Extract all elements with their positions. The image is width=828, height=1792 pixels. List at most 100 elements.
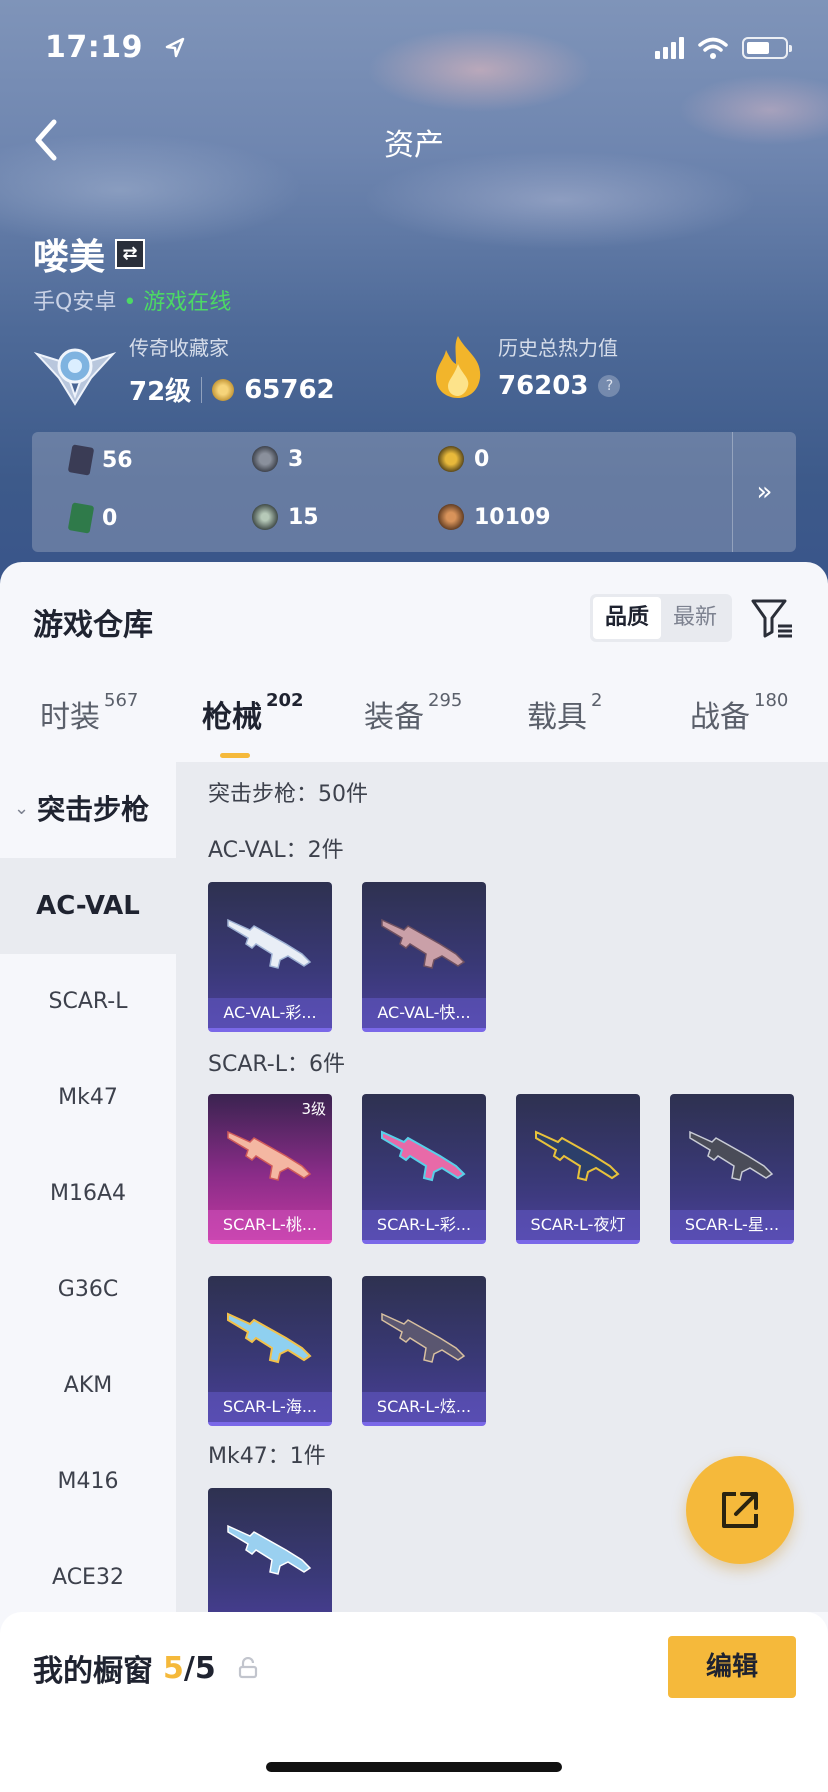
silver-token-icon bbox=[252, 446, 278, 472]
weapon-card[interactable]: AC-VAL-快... bbox=[362, 882, 486, 1032]
weapon-card[interactable]: SCAR-L-彩... bbox=[362, 1094, 486, 1244]
page-title: 资产 bbox=[384, 128, 444, 163]
tab-fashion[interactable]: 时装 567 bbox=[40, 690, 139, 736]
expand-stats-button[interactable]: » bbox=[732, 432, 796, 552]
pearl-icon bbox=[252, 504, 278, 530]
stat-silver: 3 bbox=[252, 446, 303, 472]
category-tabs: 时装 567 枪械 202 装备 295 载具 2 战备 180 bbox=[0, 690, 828, 758]
sidebar-category[interactable]: ⌄ 突击步枪 bbox=[14, 788, 149, 828]
stat-green: 0 bbox=[67, 502, 118, 534]
share-button[interactable] bbox=[686, 1456, 794, 1564]
battery-icon bbox=[742, 37, 792, 59]
summary-label: 突击步枪：50件 bbox=[208, 782, 368, 807]
flame-icon bbox=[436, 335, 481, 398]
sort-newest-button[interactable]: 最新 bbox=[661, 597, 729, 639]
weapon-name: SCAR-L-炫... bbox=[362, 1392, 486, 1422]
showcase-total: /5 bbox=[183, 1650, 216, 1686]
stat-value: 56 bbox=[102, 447, 133, 473]
sidebar-item-mk47[interactable]: Mk47 bbox=[0, 1050, 176, 1146]
group-label-mk47: Mk47：1件 bbox=[208, 1444, 326, 1469]
stat-value: 10109 bbox=[474, 504, 551, 530]
weapon-card[interactable]: SCAR-L-夜灯 bbox=[516, 1094, 640, 1244]
weapon-name: AC-VAL-快... bbox=[362, 998, 486, 1028]
tab-label: 装备 bbox=[364, 700, 424, 735]
tab-count: 2 bbox=[591, 690, 603, 711]
edit-button[interactable]: 编辑 bbox=[668, 1636, 796, 1698]
tab-vehicles[interactable]: 载具 2 bbox=[527, 690, 603, 736]
weapon-name: SCAR-L-海... bbox=[208, 1392, 332, 1422]
external-link-icon bbox=[722, 1492, 758, 1528]
weapon-card[interactable]: SCAR-L-炫... bbox=[362, 1276, 486, 1426]
level-badge: 3级 bbox=[301, 1100, 326, 1118]
weapon-card[interactable]: SCAR-L-星... bbox=[670, 1094, 794, 1244]
sort-quality-button[interactable]: 品质 bbox=[593, 597, 661, 639]
weapon-card[interactable] bbox=[208, 1488, 332, 1612]
collector-rank[interactable]: 传奇收藏家 72级 65762 bbox=[33, 332, 335, 408]
status-bar: 17:19 bbox=[45, 30, 792, 70]
lock-icon bbox=[238, 1657, 257, 1679]
heat-number: 76203 bbox=[498, 371, 589, 401]
weapon-card[interactable]: AC-VAL-彩... bbox=[208, 882, 332, 1032]
chevron-down-icon: ⌄ bbox=[14, 797, 30, 819]
stat-gold: 0 bbox=[438, 446, 489, 472]
sidebar-item-g36c[interactable]: G36C bbox=[0, 1242, 176, 1338]
warehouse-panel: 游戏仓库 品质 最新 时装 567 枪械 202 装备 295 载具 2 战备 180 ⌄… bbox=[0, 562, 828, 1792]
cellular-signal-icon bbox=[655, 37, 684, 59]
tab-count: 180 bbox=[754, 690, 789, 711]
sidebar-item-akm[interactable]: AKM bbox=[0, 1338, 176, 1434]
wifi-icon bbox=[698, 37, 728, 59]
tab-equipment[interactable]: 装备 295 bbox=[364, 690, 463, 736]
bronze-token-icon bbox=[438, 504, 464, 530]
stat-value: 0 bbox=[102, 505, 118, 531]
rifle-icon bbox=[227, 918, 312, 969]
switch-account-icon[interactable]: ⇄ bbox=[115, 239, 146, 269]
sidebar-category-label: 突击步枪 bbox=[37, 793, 150, 826]
rifle-icon bbox=[227, 1524, 312, 1575]
sidebar-item-m16a4[interactable]: M16A4 bbox=[0, 1146, 176, 1242]
stat-value: 15 bbox=[288, 504, 319, 530]
home-indicator[interactable] bbox=[266, 1762, 562, 1772]
asset-stats: 56 3 0 0 15 10109 » bbox=[32, 432, 796, 552]
weapon-card[interactable]: SCAR-L-海... bbox=[208, 1276, 332, 1426]
online-status: • 游戏在线 bbox=[123, 290, 232, 315]
tab-weapons[interactable]: 枪械 202 bbox=[202, 690, 304, 758]
gold-token-icon bbox=[438, 446, 464, 472]
rifle-icon bbox=[381, 1130, 466, 1182]
tab-count: 202 bbox=[266, 690, 304, 711]
rank-label: 传奇收藏家 bbox=[129, 336, 229, 360]
filter-icon[interactable] bbox=[750, 596, 794, 640]
player-level: 72级 bbox=[129, 377, 192, 407]
stat-cards: 56 bbox=[67, 444, 133, 476]
showcase-bar: 我的橱窗 5 /5 编辑 bbox=[0, 1612, 828, 1792]
rifle-icon bbox=[227, 1312, 312, 1364]
stat-value: 0 bbox=[474, 446, 490, 472]
stat-pearl: 15 bbox=[252, 504, 319, 530]
showcase-label: 我的橱窗 bbox=[33, 1654, 153, 1689]
group-label-ac-val: AC-VAL：2件 bbox=[208, 838, 344, 863]
tab-label: 载具 bbox=[527, 700, 587, 735]
nav-bar: 资产 bbox=[0, 110, 828, 170]
weapon-card[interactable]: 3级 SCAR-L-桃... bbox=[208, 1094, 332, 1244]
stat-bronze: 10109 bbox=[438, 504, 551, 530]
weapon-name: SCAR-L-桃... bbox=[208, 1210, 332, 1240]
location-arrow-icon bbox=[165, 37, 185, 58]
profile-header: 17:19 资产 喽美 ⇄ 手Q安卓 • 游戏在线 传奇收藏家 72级 6576… bbox=[0, 0, 828, 600]
tab-count: 567 bbox=[104, 690, 139, 711]
weapon-sidebar: ⌄ 突击步枪 AC-VAL SCAR-L Mk47 M16A4 G36C AKM… bbox=[0, 762, 176, 1612]
coin-icon bbox=[212, 378, 235, 401]
sidebar-item-ac-val[interactable]: AC-VAL bbox=[0, 858, 176, 954]
tab-label: 枪械 bbox=[202, 700, 262, 735]
tab-count: 295 bbox=[428, 690, 463, 711]
sidebar-item-scar-l[interactable]: SCAR-L bbox=[0, 954, 176, 1050]
player-name-text: 喽美 bbox=[33, 237, 106, 278]
sidebar-item-m416[interactable]: M416 bbox=[0, 1434, 176, 1530]
help-icon[interactable]: ? bbox=[598, 375, 621, 397]
showcase-used: 5 bbox=[163, 1650, 184, 1686]
sort-toggle: 品质 最新 bbox=[590, 594, 732, 642]
weapon-name: AC-VAL-彩... bbox=[208, 998, 332, 1028]
tab-supplies[interactable]: 战备 180 bbox=[690, 690, 789, 736]
heat-value[interactable]: 历史总热力值 76203 ? bbox=[430, 332, 621, 401]
card-icon bbox=[67, 444, 95, 476]
rifle-icon bbox=[689, 1130, 774, 1181]
green-card-icon bbox=[67, 502, 95, 534]
